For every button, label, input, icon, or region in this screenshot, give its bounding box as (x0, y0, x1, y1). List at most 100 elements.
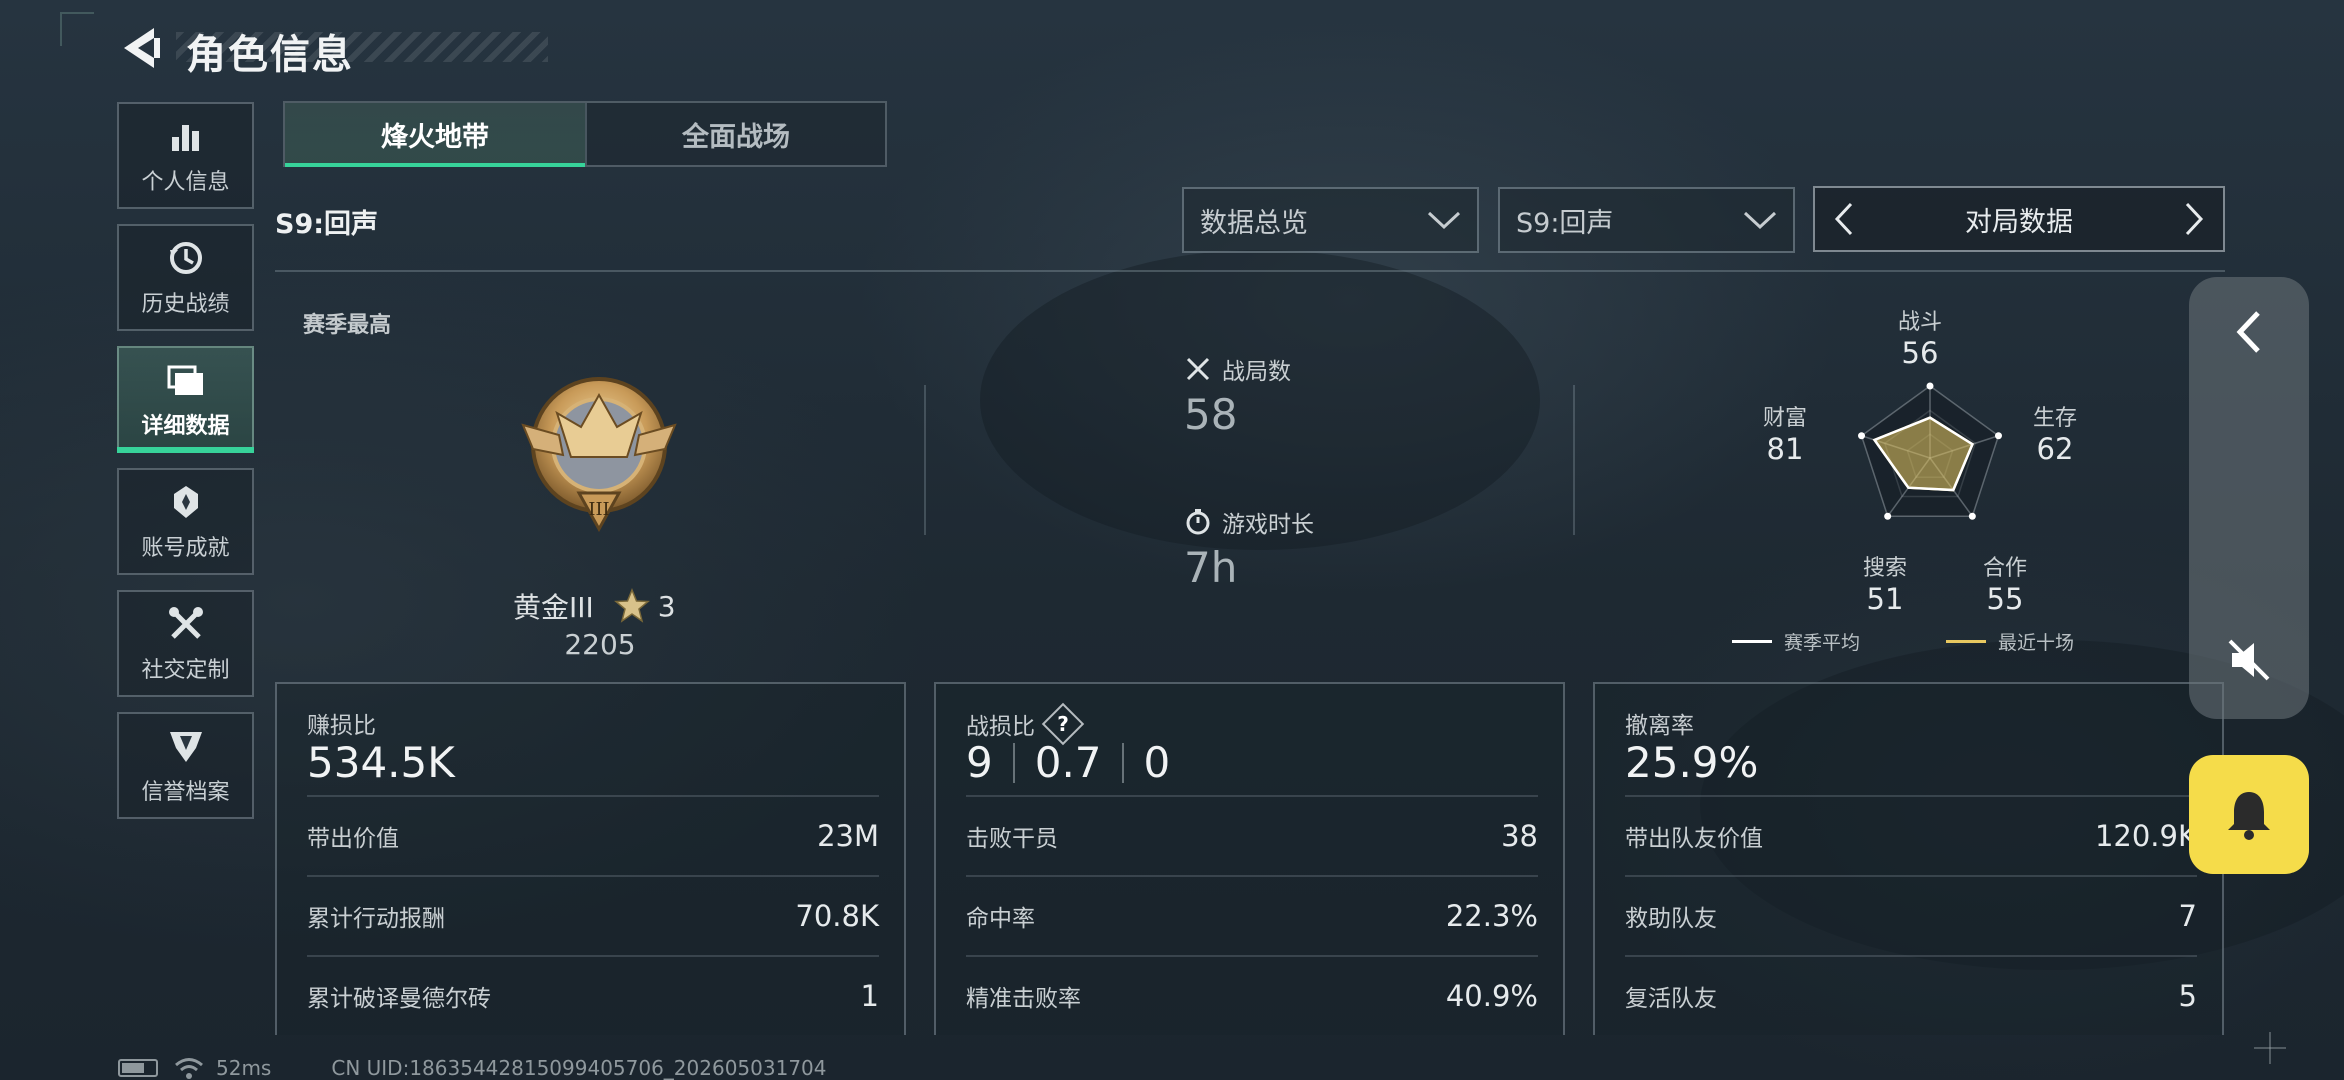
dropdown-value: S9:回声 (1516, 207, 1614, 239)
pager-prev-button[interactable] (1829, 199, 1859, 239)
tab-warzone[interactable]: 烽火地带 (285, 103, 585, 167)
radar-axis-value: 51 (1866, 582, 1904, 616)
radar-label-cooperation: 合作 55 (1960, 550, 2050, 616)
stat-row: 累计破译曼德尔砖 1 (307, 955, 879, 1035)
data-pager: 对局数据 (1813, 186, 2225, 252)
sidebar: 个人信息 历史战绩 详细数据 账号成就 社交定制 信誉档案 (117, 102, 254, 834)
matches-stat: 战局数 58 (1184, 352, 1291, 439)
radar-vertex-dot (1858, 432, 1866, 440)
uid-text: CN UID:1863544281509940570​6_20260503170… (331, 1056, 827, 1080)
sidebar-item-history[interactable]: 历史战绩 (117, 224, 254, 331)
stat-value: 38 (1501, 819, 1538, 853)
stat-label: 救助队友 (1625, 906, 1717, 932)
stat-row: 救助队友 7 (1625, 875, 2197, 955)
tools-icon (166, 604, 206, 644)
radar-axis-name: 合作 (1982, 556, 2027, 581)
stat-label: 累计行动报酬 (307, 906, 445, 932)
sidebar-item-label: 信誉档案 (141, 779, 230, 805)
stat-label: 命中率 (966, 906, 1035, 932)
radar-axis-value: 56 (1901, 336, 1939, 370)
sidebar-item-personal-info[interactable]: 个人信息 (117, 102, 254, 209)
stat-value: 23M (817, 819, 879, 853)
history-clock-icon (166, 238, 206, 278)
deaths-value: 0 (1143, 738, 1171, 787)
profit-card: 赚损比 534.5K 带出价值 23M 累计行动报酬 70.8K 累计破译曼德尔… (275, 682, 906, 1035)
stat-row: 累计行动报酬 70.8K (307, 875, 879, 955)
chevron-right-icon (2185, 202, 2204, 236)
stat-value: 120.9K (2094, 819, 2197, 853)
season-label: S9:回声 (275, 209, 379, 240)
legend-label: 最近十场 (1998, 632, 2075, 654)
card-title-text: 战损比 (966, 714, 1035, 740)
divider (1573, 385, 1575, 535)
sidebar-item-credit[interactable]: 信誉档案 (117, 712, 254, 819)
mode-tabs: 烽火地带 全面战场 (283, 101, 887, 167)
playtime-label: 游戏时长 (1222, 512, 1314, 538)
stat-value: 7 (2178, 899, 2197, 933)
crossed-swords-icon (1184, 355, 1212, 383)
divider (275, 270, 2225, 272)
credit-shield-icon (166, 726, 206, 766)
card-title: 赚损比 (307, 713, 376, 739)
stat-label: 带出队友价值 (1625, 826, 1763, 852)
sidebar-item-detailed-data[interactable]: 详细数据 (117, 346, 254, 453)
sidebar-item-social[interactable]: 社交定制 (117, 590, 254, 697)
legend-swatch (1732, 640, 1772, 643)
corner-mark (60, 12, 94, 46)
pager-next-button[interactable] (2179, 199, 2209, 239)
stat-row: 精准击败率 40.9% (966, 955, 1538, 1035)
stat-value: 22.3% (1445, 899, 1538, 933)
radar-vertex-dot (1968, 512, 1976, 520)
stat-label: 击败干员 (966, 826, 1058, 852)
legend-swatch (1946, 640, 1986, 643)
stat-row: 命中率 22.3% (966, 875, 1538, 955)
legend-recent-ten: 最近十场 (1946, 628, 2074, 655)
collapse-panel-button[interactable] (2209, 292, 2289, 372)
radar-vertex-dot (1926, 382, 1934, 390)
sidebar-item-achievements[interactable]: 账号成就 (117, 468, 254, 575)
kills-value: 9 (966, 738, 993, 787)
tab-full-battlefield[interactable]: 全面战场 (585, 103, 885, 165)
card-title: 撤离率 (1625, 713, 1694, 739)
battery-icon (118, 1059, 158, 1077)
stat-value: 40.9% (1445, 979, 1538, 1013)
sidebar-item-label: 详细数据 (141, 413, 230, 439)
season-dropdown[interactable]: S9:回声 (1498, 187, 1795, 253)
achievement-badge-icon (166, 482, 206, 522)
radar-label-wealth: 财富 81 (1740, 400, 1830, 466)
stat-value: 5 (2178, 979, 2197, 1013)
page-title: 角色信息 (186, 32, 354, 78)
rank-name: 黄金III (513, 591, 594, 624)
mute-button[interactable] (2209, 620, 2289, 700)
radar-chart: 战斗 56 生存 62 合作 55 搜索 51 财富 81 (1740, 300, 2120, 616)
card-big-value: 9 0.7 0 (966, 738, 1170, 787)
ping-value: 52ms (216, 1056, 272, 1080)
floating-panel (2189, 277, 2309, 719)
wifi-icon (175, 1058, 203, 1079)
sidebar-item-label: 历史战绩 (141, 291, 230, 317)
radar-label-search: 搜索 51 (1840, 550, 1930, 616)
sidebar-item-label: 社交定制 (141, 657, 230, 683)
radar-axis-name: 生存 (2032, 406, 2077, 431)
sidebar-item-label: 账号成就 (141, 535, 230, 561)
overview-dropdown[interactable]: 数据总览 (1182, 187, 1479, 253)
stat-value: 70.8K (795, 899, 879, 933)
radar-axis-name: 财富 (1762, 406, 1807, 431)
chevron-left-icon (1834, 202, 1853, 236)
help-icon[interactable]: ? (1045, 706, 1081, 742)
stat-row: 击败干员 38 (966, 795, 1538, 875)
notification-button[interactable] (2189, 755, 2309, 874)
status-footer: 52ms CN UID:1863544281509940570​6_202605… (118, 1055, 827, 1080)
stat-label: 精准击败率 (966, 986, 1081, 1012)
folder-icon (166, 360, 206, 400)
back-button[interactable] (118, 24, 164, 72)
season-best-label: 赛季最高 (303, 313, 392, 338)
stat-row: 复活队友 5 (1625, 955, 2197, 1035)
radar-axis-value: 62 (2036, 432, 2074, 466)
dropdown-value: 数据总览 (1200, 207, 1308, 239)
rank-line: 黄金III 3 (513, 586, 676, 626)
star-icon (613, 588, 650, 623)
svg-text:III: III (588, 499, 609, 520)
sidebar-item-label: 个人信息 (141, 169, 230, 195)
crosshair-icon (2254, 1032, 2286, 1064)
